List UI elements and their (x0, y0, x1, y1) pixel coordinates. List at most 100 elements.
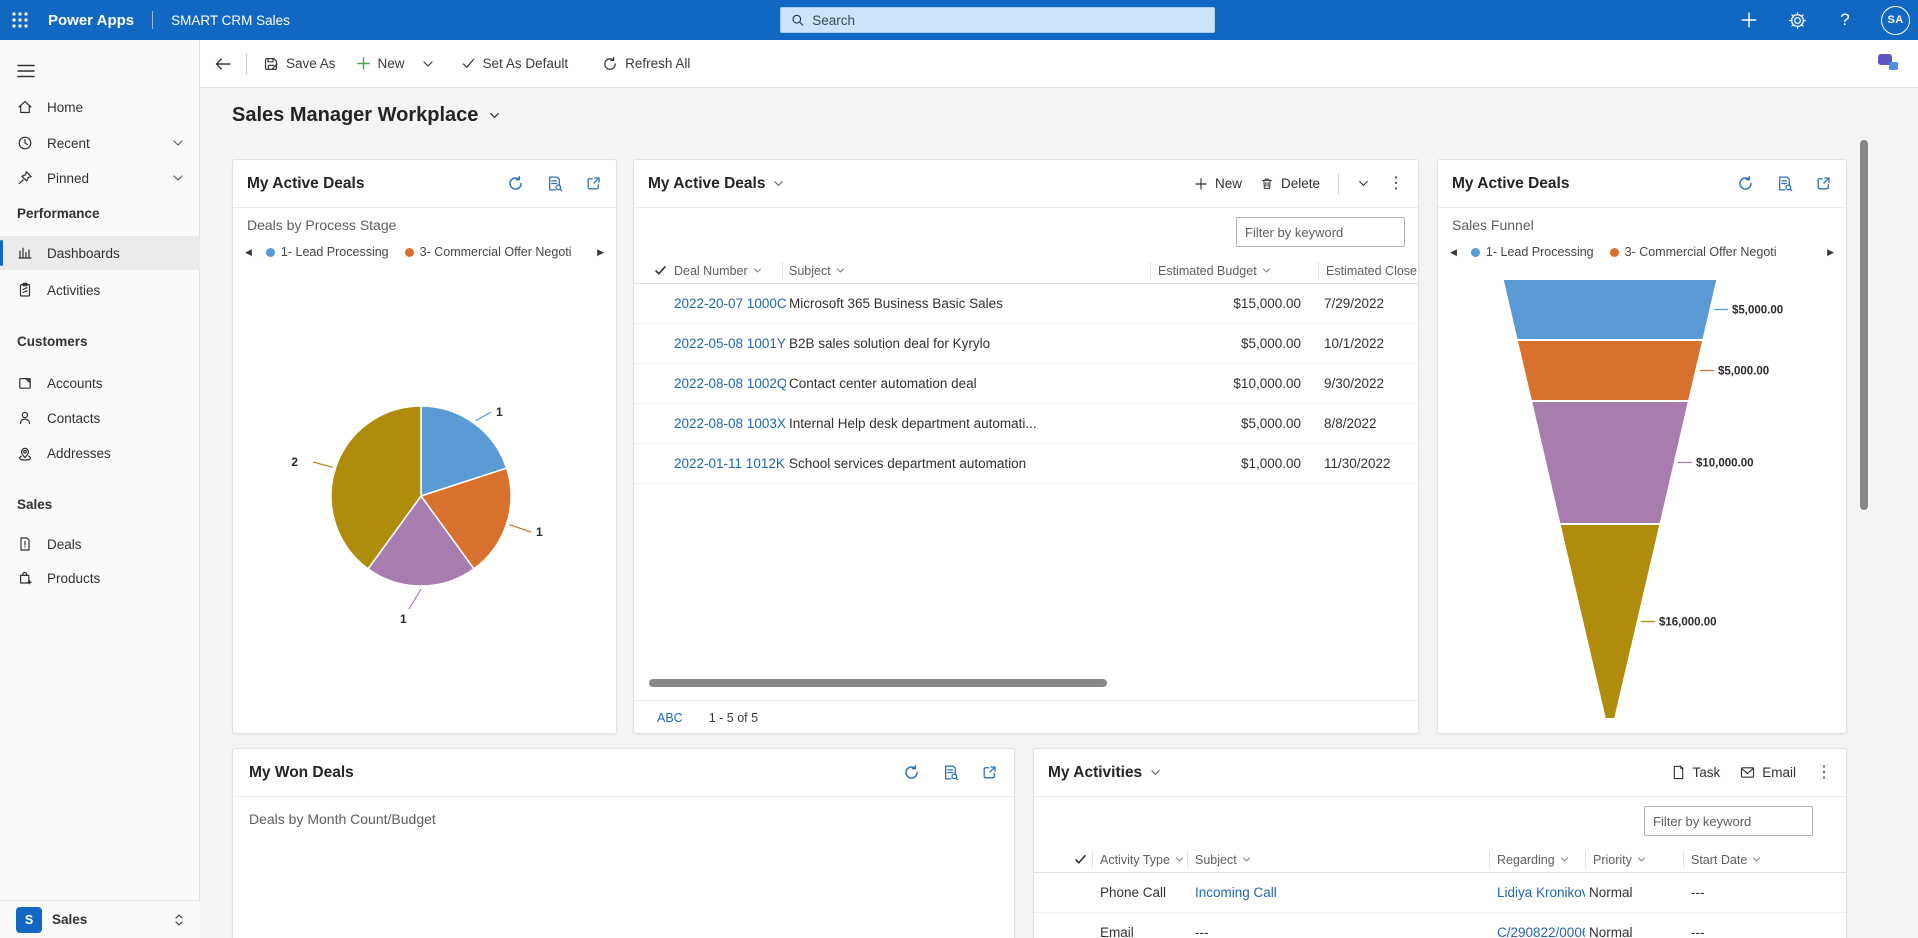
column-header-activity-type[interactable]: Activity Type (1100, 846, 1188, 873)
funnel-segment-1[interactable] (1503, 279, 1718, 340)
vertical-scrollbar[interactable] (1860, 140, 1868, 510)
subject-cell: School services department automation (789, 444, 1144, 484)
legend-next-icon[interactable]: ▶ (1827, 247, 1834, 258)
deal-number-link[interactable]: 2022-01-11 1012K1Z4 (674, 444, 786, 484)
view-records-icon[interactable] (546, 175, 563, 192)
help-icon[interactable]: ? (1833, 8, 1857, 32)
subject-link[interactable]: Incoming Call (1195, 873, 1483, 913)
grid-filter-input[interactable] (1236, 217, 1405, 247)
chevron-down-icon[interactable] (172, 172, 184, 184)
pin-icon (17, 170, 33, 186)
add-icon[interactable] (1737, 8, 1761, 32)
pie-leader-line (509, 525, 531, 532)
dashboard-selector[interactable]: Sales Manager Workplace (232, 104, 501, 127)
column-header-subject[interactable]: Subject (1195, 846, 1275, 873)
global-search-input[interactable] (812, 13, 1204, 28)
column-header-priority[interactable]: Priority (1593, 846, 1673, 873)
deal-number-link[interactable]: 2022-05-08 1001Y8M2 (674, 324, 786, 364)
widget-title[interactable]: My Activities (1048, 764, 1161, 782)
deal-number-link[interactable]: 2022-20-07 1000C5L0 (674, 284, 786, 324)
sidebar-item-dashboards[interactable]: Dashboards (0, 236, 200, 270)
sidebar-item-deals[interactable]: Deals (0, 527, 200, 561)
save-as-button[interactable]: Save As (253, 46, 346, 82)
global-search-box[interactable] (780, 7, 1215, 33)
set-as-default-button[interactable]: Set As Default (451, 46, 579, 82)
select-all-checkmark-icon[interactable] (654, 257, 667, 284)
refresh-icon (602, 56, 618, 72)
user-avatar[interactable]: SA (1881, 6, 1910, 35)
view-records-icon[interactable] (942, 764, 959, 781)
sidebar-item-activities[interactable]: Activities (0, 273, 200, 307)
delete-button[interactable]: Delete (1260, 176, 1320, 191)
gear-icon[interactable] (1785, 8, 1809, 32)
view-records-icon[interactable] (1776, 175, 1793, 192)
pie-data-label: 2 (291, 455, 298, 469)
hamburger-menu-icon[interactable] (10, 56, 42, 86)
select-all-checkmark-icon[interactable] (1074, 846, 1087, 873)
table-row[interactable]: 2022-08-08 1003X7B4 Internal Help desk d… (634, 404, 1418, 444)
task-button[interactable]: Task (1672, 765, 1720, 780)
legend-prev-icon[interactable]: ◀ (1450, 247, 1457, 258)
toolbar-chevron[interactable] (1357, 177, 1370, 190)
column-header-estimated-close-date[interactable]: Estimated Close D (1326, 257, 1418, 284)
table-row[interactable]: 2022-08-08 1002Q4N5 Contact center autom… (634, 364, 1418, 404)
deal-number-link[interactable]: 2022-08-08 1003X7B4 (674, 404, 786, 444)
subject-cell: B2B sales solution deal for Kyrylo (789, 324, 1144, 364)
new-button[interactable]: New (346, 46, 415, 82)
back-button[interactable] (206, 46, 240, 82)
new-split-chevron[interactable] (415, 46, 441, 82)
column-header-start-date[interactable]: Start Date (1691, 846, 1791, 873)
refresh-icon[interactable] (903, 764, 920, 781)
grid-filter-input[interactable] (1644, 806, 1813, 836)
funnel-segment-2[interactable] (1517, 340, 1704, 401)
scrollbar-thumb[interactable] (649, 679, 1107, 687)
legend-prev-icon[interactable]: ◀ (245, 247, 252, 258)
chat-bubbles-icon[interactable] (1878, 54, 1898, 70)
sidebar-item-contacts[interactable]: Contacts (0, 401, 200, 435)
table-row[interactable]: Email --- C/290822/0006 Normal --- (1034, 913, 1846, 938)
legend-next-icon[interactable]: ▶ (597, 247, 604, 258)
deal-number-link[interactable]: 2022-08-08 1002Q4N5 (674, 364, 786, 404)
regarding-link[interactable]: C/290822/0006 (1497, 913, 1585, 938)
table-row[interactable]: Phone Call Incoming Call Lidiya Kronikov… (1034, 873, 1846, 913)
popout-icon[interactable] (981, 764, 998, 781)
column-header-deal-number[interactable]: Deal Number (674, 257, 780, 284)
app-launcher-waffle-icon[interactable] (0, 0, 40, 40)
new-record-button[interactable]: New (1194, 176, 1242, 191)
refresh-icon[interactable] (507, 175, 524, 192)
popout-icon[interactable] (585, 175, 602, 192)
chevron-down-icon[interactable] (172, 137, 184, 149)
sidebar-item-recent[interactable]: Recent (0, 126, 200, 160)
column-header-estimated-budget[interactable]: Estimated Budget (1158, 257, 1288, 284)
refresh-all-button[interactable]: Refresh All (592, 46, 700, 82)
table-row[interactable]: 2022-20-07 1000C5L0 Microsoft 365 Busine… (634, 284, 1418, 324)
sidebar-item-addresses[interactable]: Addresses (0, 436, 200, 470)
table-row[interactable]: 2022-05-08 1001Y8M2 B2B sales solution d… (634, 324, 1418, 364)
jump-bar-toggle[interactable]: ABC (657, 711, 683, 725)
refresh-icon[interactable] (1737, 175, 1754, 192)
funnel-segment-3[interactable] (1531, 401, 1689, 524)
widget-title[interactable]: My Active Deals (648, 175, 784, 193)
app-name[interactable]: Power Apps (48, 12, 134, 29)
sidebar-item-pinned[interactable]: Pinned (0, 161, 200, 195)
column-header-subject[interactable]: Subject (789, 257, 879, 284)
budget-cell: $15,000.00 (1154, 284, 1301, 324)
chart-title: Sales Funnel (1452, 217, 1534, 233)
legend-label: 1- Lead Processing (281, 245, 389, 259)
environment-name[interactable]: SMART CRM Sales (171, 13, 290, 28)
table-row[interactable]: 2022-01-11 1012K1Z4 School services depa… (634, 444, 1418, 484)
email-button[interactable]: Email (1740, 765, 1796, 780)
sidebar-item-accounts[interactable]: Accounts (0, 366, 200, 400)
sidebar-item-products[interactable]: Products (0, 561, 200, 595)
environment-switcher[interactable]: S Sales (0, 900, 200, 938)
popout-icon[interactable] (1815, 175, 1832, 192)
sidebar-item-home[interactable]: Home (0, 90, 200, 124)
regarding-link[interactable]: Lidiya Kronikov (1497, 873, 1585, 913)
widget-my-active-deals-grid: My Active Deals New Delete (633, 159, 1419, 734)
widget-title: My Active Deals (1452, 175, 1569, 193)
more-commands-icon[interactable]: ⋮ (1816, 765, 1832, 781)
more-commands-icon[interactable]: ⋮ (1388, 176, 1404, 192)
column-header-regarding[interactable]: Regarding (1497, 846, 1583, 873)
home-icon (17, 99, 33, 115)
horizontal-scrollbar[interactable] (647, 679, 1405, 687)
